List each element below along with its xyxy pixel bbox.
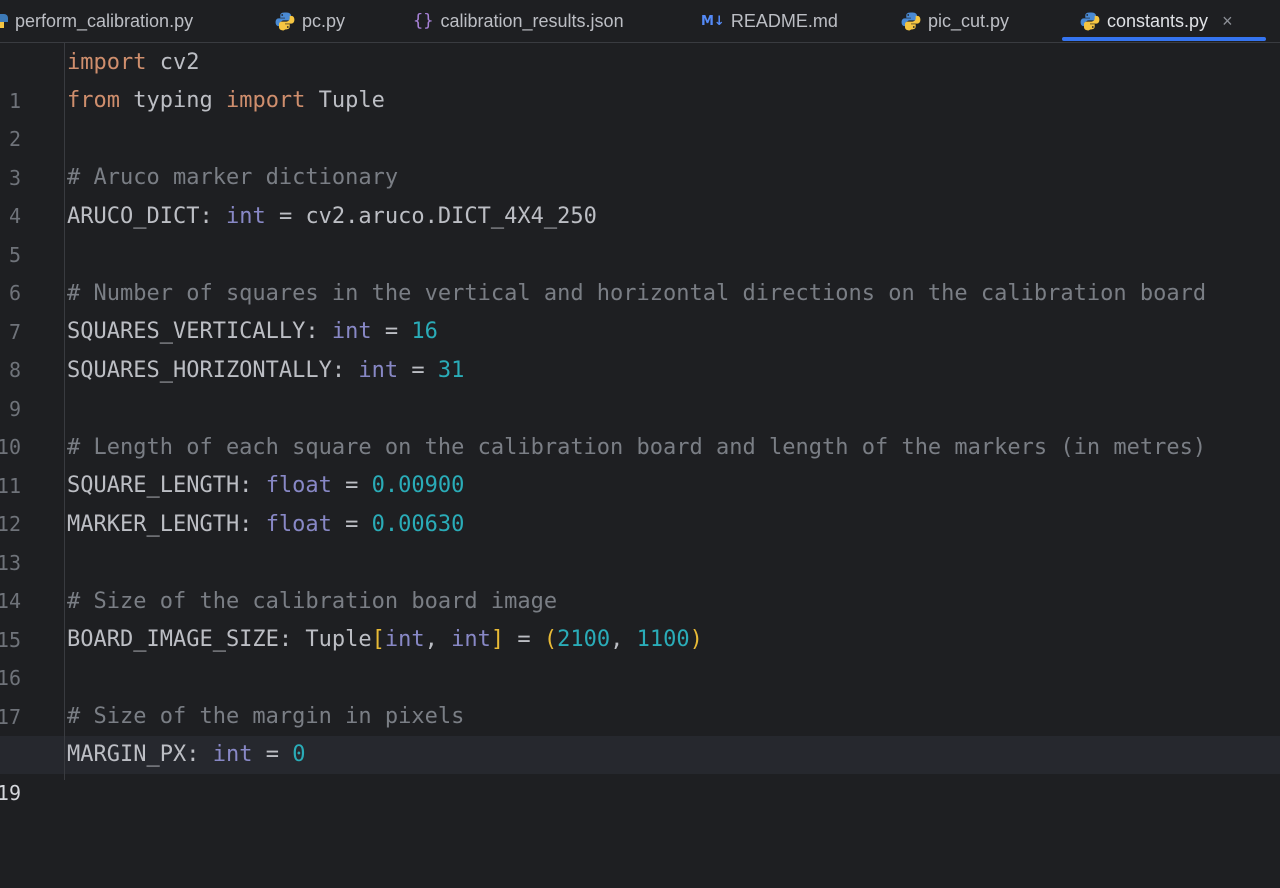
keyword: import (225, 88, 306, 113)
comment: # Aruco marker dictionary (67, 165, 399, 190)
active-tab-indicator (1062, 37, 1266, 41)
bracket: ] (490, 627, 505, 652)
code-text: , (424, 627, 452, 652)
tab-label: perform_calibration.py (15, 10, 194, 31)
type-name: float (265, 512, 332, 537)
code-line[interactable]: 3 (0, 121, 1280, 190)
tab-calibration-results[interactable]: {} calibration_results.json (413, 0, 624, 42)
type-name: int (358, 358, 399, 383)
type-name: int (451, 627, 491, 652)
code-line[interactable]: 14 (0, 544, 1280, 613)
code-text: = (252, 742, 293, 767)
code-text: = (504, 627, 544, 652)
code-text: = cv2.aruco.DICT_4X4_250 (265, 204, 597, 229)
type-name: int (212, 742, 253, 767)
comment: # Number of squares in the vertical and … (67, 281, 1207, 306)
python-icon (1080, 11, 1100, 31)
markdown-icon: M↓ (701, 13, 725, 29)
code-line[interactable]: 5 ARUCO_DICT: int = cv2.aruco.DICT_4X4_2… (0, 198, 1280, 267)
keyword: from (67, 88, 120, 113)
code-text: SQUARES_HORIZONTALLY: (67, 358, 359, 383)
python-icon (0, 12, 8, 30)
type-name: int (225, 204, 266, 229)
number-literal: 16 (411, 319, 438, 344)
code-text: = (331, 512, 372, 537)
code-text: = (398, 358, 438, 383)
type-name: int (331, 319, 372, 344)
tab-perform-calibration[interactable]: perform_calibration.py (0, 0, 193, 42)
python-icon (275, 11, 295, 31)
code-line[interactable]: 13 MARKER_LENGTH: float = 0.00630 (0, 506, 1280, 575)
tab-label: constants.py (1107, 10, 1209, 31)
tab-label: README.md (730, 10, 838, 31)
number-literal: 0.00900 (371, 473, 465, 498)
code-text: ARUCO_DICT: (67, 204, 226, 229)
comment: # Length of each square on the calibrati… (67, 435, 1207, 460)
comment: # Size of the margin in pixels (67, 704, 465, 729)
keyword: import (67, 50, 147, 75)
tab-label: pc.py (302, 10, 346, 31)
code-text: , (610, 627, 637, 652)
type-name: float (265, 473, 332, 498)
code-line[interactable]: 12 SQUARE_LENGTH: float = 0.00900 (0, 467, 1280, 536)
code-line[interactable]: 9 SQUARES_HORIZONTALLY: int = 31 (0, 352, 1280, 421)
code-line[interactable]: 15 # Size of the calibration board image (0, 583, 1280, 652)
code-line[interactable]: 16 BOARD_IMAGE_SIZE: Tuple[int, int] = (… (0, 621, 1280, 690)
number-literal: 0 (292, 742, 306, 767)
comment: # Size of the calibration board image (67, 589, 558, 614)
code-line[interactable]: 2 from typing import Tuple (0, 82, 1280, 151)
code-text: SQUARE_LENGTH: (67, 473, 266, 498)
tab-constants[interactable]: constants.py × (1080, 0, 1233, 42)
bracket: [ (371, 627, 385, 652)
tab-label: calibration_results.json (440, 10, 624, 31)
json-braces-icon: {} (413, 11, 434, 31)
code-text: MARKER_LENGTH: (67, 512, 266, 537)
gutter-divider (64, 43, 65, 780)
code-line[interactable]: 4 # Aruco marker dictionary (0, 159, 1280, 228)
code-text: BOARD_IMAGE_SIZE: Tuple (67, 627, 372, 652)
current-code-line[interactable]: 19 MARGIN_PX: int = 0 (0, 736, 1280, 805)
number-literal: 0.00630 (371, 512, 465, 537)
code-text: MARGIN_PX: (67, 742, 213, 767)
tab-pc[interactable]: pc.py (275, 0, 345, 42)
code-editor[interactable]: 1 import cv2 2 from typing import Tuple … (0, 43, 1280, 805)
number-literal: 2100 (557, 627, 611, 652)
code-text: = (371, 319, 412, 344)
number-literal: 1100 (636, 627, 690, 652)
tab-readme[interactable]: M↓ README.md (701, 0, 838, 42)
code-line[interactable]: 17 (0, 660, 1280, 729)
code-line[interactable]: 6 (0, 236, 1280, 305)
bracket: ) (689, 627, 703, 652)
code-line[interactable]: 11 # Length of each square on the calibr… (0, 429, 1280, 498)
code-line[interactable]: 7 # Number of squares in the vertical an… (0, 275, 1280, 344)
code-text: cv2 (146, 50, 200, 75)
bracket: ( (543, 627, 558, 652)
code-line[interactable]: 1 import cv2 (0, 44, 1280, 113)
type-name: int (384, 627, 425, 652)
code-line[interactable]: 18 # Size of the margin in pixels (0, 698, 1280, 767)
close-icon[interactable]: × (1222, 11, 1233, 32)
code-text: SQUARES_VERTICALLY: (67, 319, 332, 344)
tab-label: pic_cut.py (928, 10, 1010, 31)
code-line[interactable]: 8 SQUARES_VERTICALLY: int = 16 (0, 313, 1280, 382)
code-text: typing (119, 88, 226, 113)
tab-pic-cut[interactable]: pic_cut.py (901, 0, 1009, 42)
python-icon (901, 11, 921, 31)
number-literal: 31 (437, 358, 465, 383)
editor-tab-bar: perform_calibration.py pc.py {} calibrat… (0, 0, 1280, 43)
code-line[interactable]: 10 (0, 390, 1280, 459)
code-text: = (331, 473, 372, 498)
code-text: Tuple (305, 88, 385, 113)
